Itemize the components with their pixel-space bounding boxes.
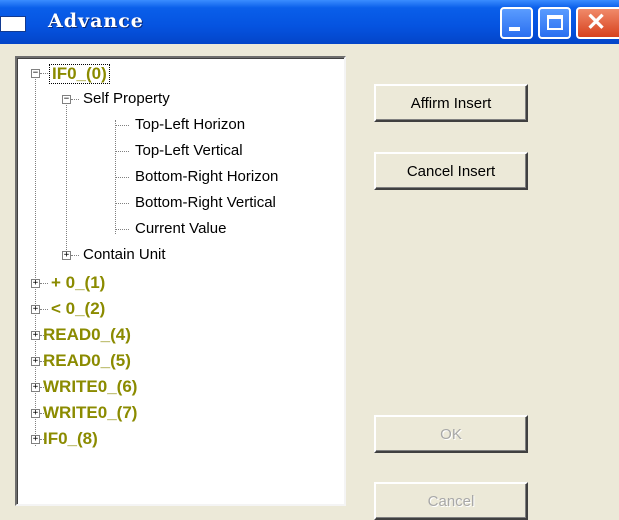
tree-node-label: WRITE0_(6) — [43, 377, 138, 396]
expand-icon[interactable]: + — [31, 409, 40, 418]
expand-icon[interactable]: + — [31, 305, 40, 314]
tree-connector — [40, 309, 48, 310]
tree-connector — [40, 283, 48, 284]
close-button[interactable]: ✕ — [576, 7, 619, 39]
window-title: Advance — [48, 10, 144, 32]
tree-node-property[interactable]: Top-Left Vertical — [17, 140, 337, 162]
tree-connector — [71, 99, 79, 100]
tree-node-label: Self Property — [83, 90, 170, 107]
tree-node-label: Contain Unit — [83, 246, 166, 263]
tree-node-property[interactable]: Bottom-Right Vertical — [17, 192, 337, 214]
tree-node-label: IF0_(0) — [49, 64, 110, 84]
tree-node-label: Bottom-Right Vertical — [135, 194, 276, 211]
tree-node-label: Current Value — [135, 220, 227, 237]
window-icon — [0, 16, 26, 32]
tree-connector — [115, 125, 129, 126]
tree-connector — [71, 255, 79, 256]
tree-node-label: READ0_(5) — [43, 351, 131, 370]
tree-node-label: < 0_(2) — [51, 299, 106, 318]
tree-node-property[interactable]: Current Value — [17, 218, 337, 240]
tree-node-property[interactable]: Bottom-Right Horizon — [17, 166, 337, 188]
tree-connector — [115, 151, 129, 152]
maximize-icon — [547, 15, 563, 30]
ok-button[interactable]: OK — [374, 415, 528, 453]
tree-node-label: WRITE0_(7) — [43, 403, 138, 422]
title-bar[interactable]: Advance ✕ — [0, 0, 619, 44]
tree-node-contain-unit[interactable]: + Contain Unit — [17, 244, 337, 266]
tree-connector — [115, 229, 129, 230]
tree-node-sibling[interactable]: + READ0_(4) — [17, 324, 337, 346]
expand-icon[interactable]: + — [31, 331, 40, 340]
collapse-icon[interactable]: − — [62, 95, 71, 104]
expand-icon[interactable]: + — [31, 383, 40, 392]
tree-connector — [115, 203, 129, 204]
tree-node-sibling[interactable]: + IF0_(8) — [17, 428, 337, 450]
cancel-button[interactable]: Cancel — [374, 482, 528, 520]
minimize-button[interactable] — [500, 7, 533, 39]
tree-node-self-property[interactable]: − Self Property — [17, 88, 337, 110]
tree-view[interactable]: − IF0_(0) − Self Property Top-Left Horiz… — [15, 56, 346, 506]
tree-connector — [115, 177, 129, 178]
tree-node-label: Top-Left Horizon — [135, 116, 246, 133]
tree-node-sibling[interactable]: + + 0_(1) — [17, 272, 337, 294]
collapse-icon[interactable]: − — [31, 69, 40, 78]
tree-node-label: Bottom-Right Horizon — [135, 168, 279, 185]
expand-icon[interactable]: + — [62, 251, 71, 260]
tree-connector — [40, 73, 48, 74]
tree-node-sibling[interactable]: + WRITE0_(7) — [17, 402, 337, 424]
expand-icon[interactable]: + — [31, 435, 40, 444]
close-icon: ✕ — [586, 9, 607, 36]
tree-node-label: Top-Left Vertical — [135, 142, 243, 159]
tree-node-sibling[interactable]: + WRITE0_(6) — [17, 376, 337, 398]
tree-node-sibling[interactable]: + READ0_(5) — [17, 350, 337, 372]
maximize-button[interactable] — [538, 7, 571, 39]
cancel-insert-button[interactable]: Cancel Insert — [374, 152, 528, 190]
affirm-insert-button[interactable]: Affirm Insert — [374, 84, 528, 122]
tree-node-sibling[interactable]: + < 0_(2) — [17, 298, 337, 320]
tree-node-label: READ0_(4) — [43, 325, 131, 344]
tree-node-label: + 0_(1) — [51, 273, 106, 292]
tree-node-label: IF0_(8) — [43, 429, 98, 448]
minimize-icon — [509, 27, 520, 31]
tree-node-property[interactable]: Top-Left Horizon — [17, 114, 337, 136]
tree-node-root[interactable]: − IF0_(0) — [17, 62, 337, 84]
expand-icon[interactable]: + — [31, 279, 40, 288]
expand-icon[interactable]: + — [31, 357, 40, 366]
